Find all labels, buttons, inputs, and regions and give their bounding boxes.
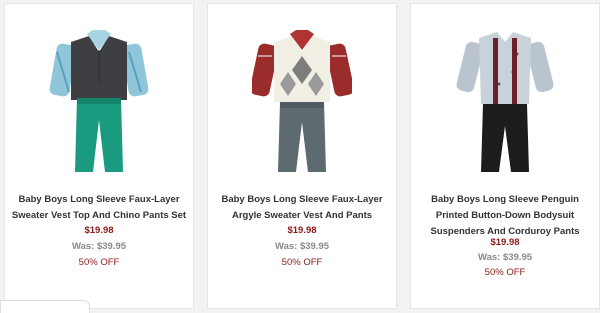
- product-image-argyle[interactable]: [208, 22, 396, 182]
- outfit-vest-chino-image: [49, 30, 149, 172]
- product-grid: Baby Boys Long Sleeve Faux-Layer Sweater…: [0, 0, 600, 313]
- product-price: $19.98: [490, 237, 520, 248]
- product-title[interactable]: Baby Boys Long Sleeve Faux-Layer Sweater…: [11, 192, 187, 224]
- product-title[interactable]: Baby Boys Long Sleeve Faux-Layer Argyle …: [214, 192, 390, 224]
- bottom-tab-edge: [0, 300, 90, 313]
- product-discount-badge: 50% OFF: [281, 257, 323, 268]
- outfit-argyle-vest-image: [252, 30, 352, 172]
- product-image-suspenders[interactable]: [411, 22, 599, 182]
- product-card[interactable]: Baby Boys Long Sleeve Faux-Layer Argyle …: [207, 3, 397, 309]
- product-card[interactable]: Baby Boys Long Sleeve Penguin Printed Bu…: [410, 3, 600, 309]
- product-title[interactable]: Baby Boys Long Sleeve Penguin Printed Bu…: [417, 192, 593, 240]
- product-image-vest-chino[interactable]: [5, 22, 193, 182]
- product-was-price: Was: $39.95: [477, 252, 533, 263]
- product-was-price: Was: $39.95: [274, 241, 330, 252]
- product-card[interactable]: Baby Boys Long Sleeve Faux-Layer Sweater…: [4, 3, 194, 309]
- product-discount-badge: 50% OFF: [484, 267, 526, 278]
- product-price: $19.98: [84, 225, 114, 236]
- outfit-suspenders-image: [456, 32, 554, 172]
- product-price: $19.98: [287, 225, 317, 236]
- product-discount-badge: 50% OFF: [78, 257, 120, 268]
- product-was-price: Was: $39.95: [71, 241, 127, 252]
